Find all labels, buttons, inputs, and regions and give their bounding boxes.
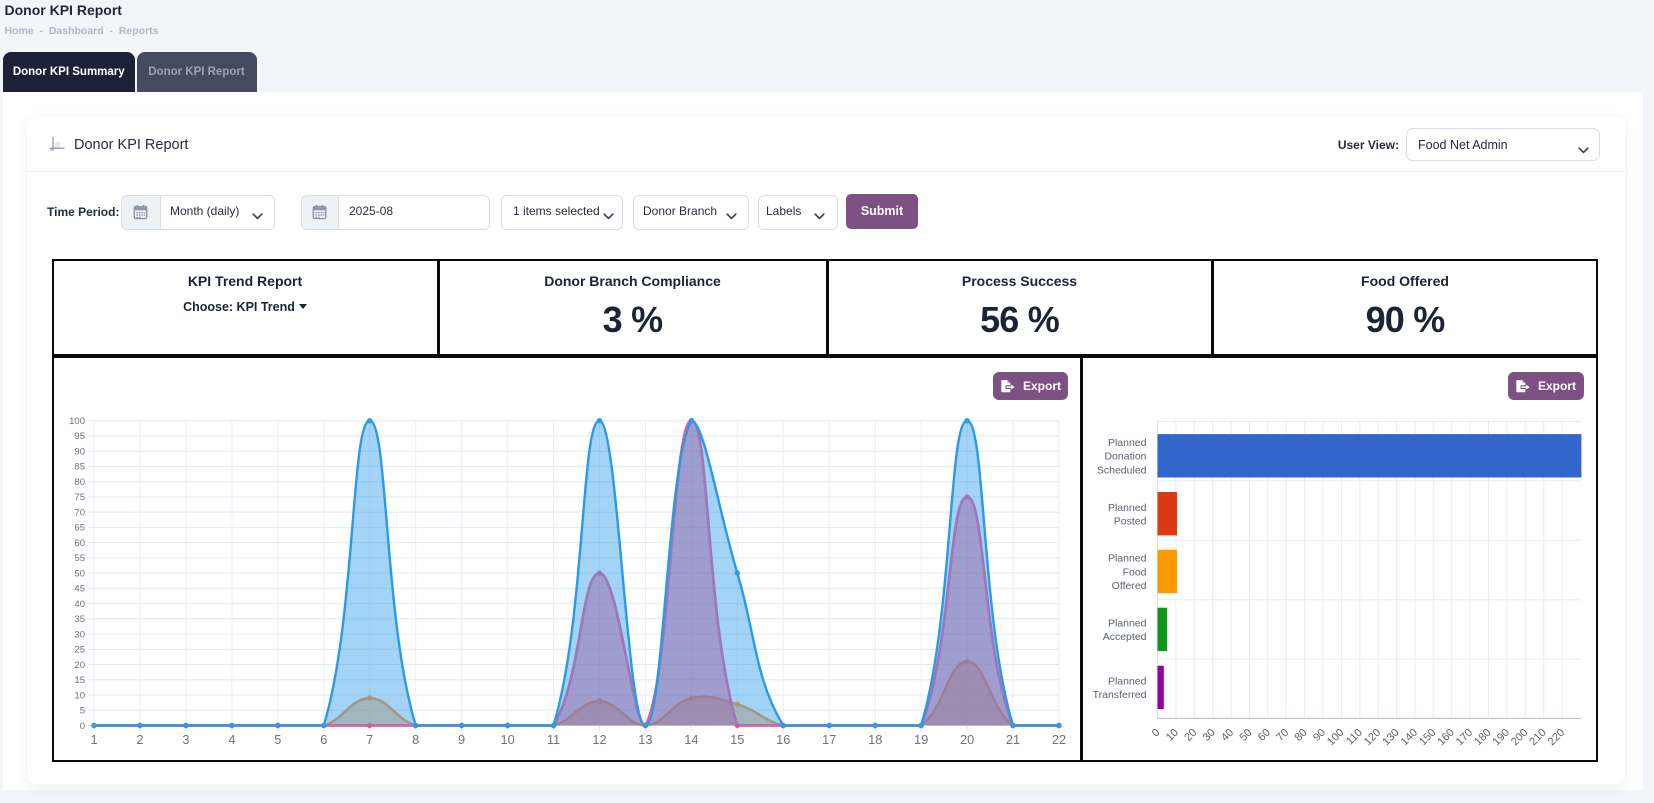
svg-text:11: 11 [547,732,560,747]
svg-text:20: 20 [74,660,85,671]
svg-text:15: 15 [730,732,744,747]
svg-text:3: 3 [182,732,189,747]
svg-text:PlannedTransferred: PlannedTransferred [1093,675,1147,701]
svg-text:10: 10 [1164,727,1181,744]
svg-text:80: 80 [74,477,85,488]
svg-text:8: 8 [412,732,419,747]
svg-text:75: 75 [74,492,85,503]
svg-text:13: 13 [638,732,652,747]
svg-text:210: 210 [1527,727,1548,748]
svg-text:70: 70 [74,507,85,518]
svg-text:15: 15 [74,675,85,686]
svg-text:50: 50 [1237,727,1254,744]
svg-text:120: 120 [1362,727,1383,748]
svg-text:0: 0 [80,721,85,732]
svg-text:50: 50 [74,568,85,579]
svg-text:14: 14 [684,732,698,747]
svg-text:130: 130 [1380,727,1401,748]
svg-text:4: 4 [228,732,235,747]
svg-text:60: 60 [74,538,85,549]
svg-text:90: 90 [74,447,85,458]
svg-text:30: 30 [1201,727,1218,744]
svg-text:18: 18 [868,732,882,747]
svg-text:5: 5 [80,706,85,717]
svg-text:12: 12 [592,732,606,747]
svg-text:10: 10 [500,732,514,747]
svg-text:30: 30 [74,629,85,640]
svg-text:19: 19 [914,732,928,747]
svg-text:170: 170 [1454,727,1475,748]
svg-text:60: 60 [1256,727,1273,744]
svg-text:100: 100 [1325,727,1346,748]
svg-text:65: 65 [74,523,85,534]
svg-text:140: 140 [1399,727,1420,748]
svg-text:55: 55 [74,553,85,564]
svg-text:20: 20 [1182,727,1199,744]
svg-text:20: 20 [960,732,974,747]
svg-text:180: 180 [1472,727,1493,748]
svg-text:200: 200 [1509,727,1530,748]
svg-text:70: 70 [1274,727,1291,744]
svg-text:PlannedFoodOffered: PlannedFoodOffered [1108,553,1147,592]
svg-text:35: 35 [74,614,85,625]
svg-text:100: 100 [69,416,85,427]
svg-text:45: 45 [74,584,85,595]
svg-text:40: 40 [74,599,85,610]
svg-text:7: 7 [366,732,373,747]
svg-text:6: 6 [320,732,327,747]
svg-text:PlannedPosted: PlannedPosted [1108,502,1147,528]
svg-text:22: 22 [1052,732,1066,747]
svg-text:9: 9 [458,732,465,747]
svg-text:40: 40 [1219,727,1236,744]
svg-text:220: 220 [1546,727,1567,748]
svg-text:85: 85 [74,462,85,473]
svg-text:95: 95 [74,431,85,442]
svg-text:0: 0 [1150,727,1163,740]
svg-text:10: 10 [74,690,85,701]
svg-text:1: 1 [90,732,97,747]
svg-text:150: 150 [1417,727,1438,748]
svg-text:25: 25 [74,645,85,656]
svg-text:5: 5 [274,732,281,747]
svg-text:21: 21 [1006,732,1020,747]
svg-text:PlannedAccepted: PlannedAccepted [1103,617,1147,643]
svg-text:80: 80 [1293,727,1310,744]
svg-text:190: 190 [1491,727,1512,748]
svg-text:17: 17 [822,732,836,747]
svg-text:160: 160 [1435,727,1456,748]
svg-text:110: 110 [1344,727,1365,748]
svg-text:16: 16 [776,732,790,747]
svg-text:2: 2 [136,732,143,747]
svg-text:PlannedDonationScheduled: PlannedDonationScheduled [1097,437,1147,476]
